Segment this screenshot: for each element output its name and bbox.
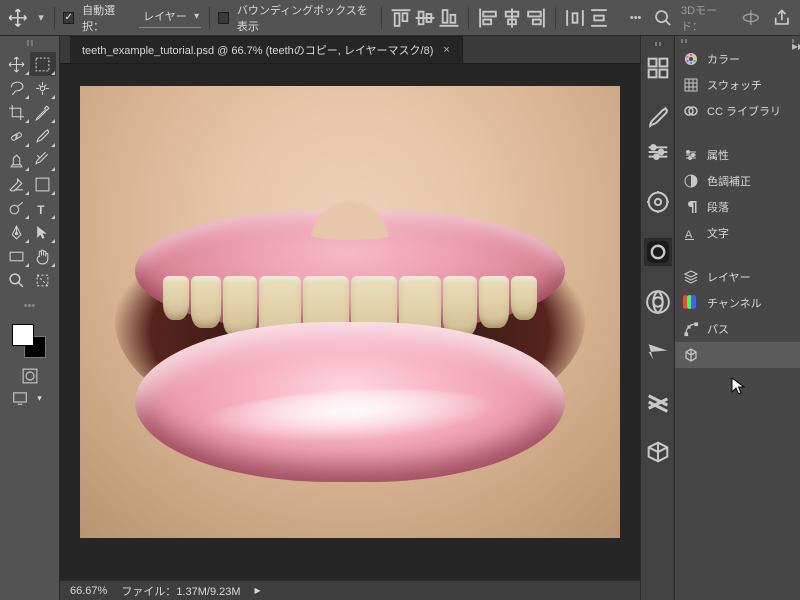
distribute-v-icon[interactable] xyxy=(588,7,610,29)
more-options-icon[interactable]: ••• xyxy=(626,7,646,29)
panel-layers[interactable]: レイヤー xyxy=(675,264,800,290)
panel-3d[interactable] xyxy=(675,342,800,368)
pen-tool[interactable] xyxy=(4,220,30,244)
brush-tool[interactable] xyxy=(30,124,56,148)
quick-select-tool[interactable] xyxy=(30,76,56,100)
document-tab[interactable]: teeth_example_tutorial.psd @ 66.7% (teet… xyxy=(70,36,463,63)
color-swatches[interactable] xyxy=(10,322,50,362)
auto-select-target[interactable]: レイヤー xyxy=(139,8,201,28)
navigator-panel-icon[interactable] xyxy=(644,338,672,366)
clone-source-panel-icon[interactable] xyxy=(644,188,672,216)
align-top-icon[interactable] xyxy=(390,7,412,29)
screenmode-icon[interactable] xyxy=(12,390,28,406)
panel-icon-strip xyxy=(641,36,675,600)
quickmask-icon[interactable] xyxy=(22,368,38,384)
history-brush-tool[interactable] xyxy=(30,148,56,172)
tool-preset-dropdown-icon[interactable]: ▾ xyxy=(36,7,47,29)
status-chevron-icon[interactable]: ▶ xyxy=(255,586,261,595)
share-icon[interactable] xyxy=(772,7,792,29)
camera-raw-panel-icon[interactable] xyxy=(644,238,672,266)
status-file[interactable]: ファイル：1.37M/9.23M xyxy=(121,583,240,599)
svg-text:T: T xyxy=(37,203,44,216)
panel-channels[interactable]: チャンネル xyxy=(675,290,800,316)
panel-paragraph[interactable]: 段落 xyxy=(675,194,800,220)
info-panel-icon[interactable] xyxy=(644,288,672,316)
history-panel-icon[interactable] xyxy=(644,54,672,82)
panel-paths[interactable]: パス xyxy=(675,316,800,342)
brush-panel-icon[interactable] xyxy=(644,104,672,132)
hand-tool[interactable] xyxy=(30,244,56,268)
show-transform-checkbox[interactable] xyxy=(218,12,229,24)
panel-properties[interactable]: 属性 xyxy=(675,142,800,168)
close-tab-icon[interactable]: × xyxy=(443,44,449,56)
search-icon[interactable] xyxy=(653,7,673,29)
crop-tool[interactable] xyxy=(4,100,30,124)
3d-orbit-icon[interactable] xyxy=(741,7,761,29)
status-bar: 66.67% ファイル：1.37M/9.23M ▶ xyxy=(60,580,640,600)
align-group-1 xyxy=(390,7,460,29)
align-left-icon[interactable] xyxy=(477,7,499,29)
document-area: teeth_example_tutorial.psd @ 66.7% (teet… xyxy=(60,36,640,600)
align-group-2 xyxy=(477,7,547,29)
align-vcenter-icon[interactable] xyxy=(414,7,436,29)
auto-select-checkbox[interactable] xyxy=(63,12,74,24)
move-tool-icon[interactable] xyxy=(8,7,28,29)
panel-list: ▸▸ カラー スウォッチ CC ライブラリ 属性 色調補正 段落 A文字 レイヤ… xyxy=(675,36,800,600)
distribute-h-icon[interactable] xyxy=(564,7,586,29)
canvas[interactable] xyxy=(80,86,620,538)
tab-bar: teeth_example_tutorial.psd @ 66.7% (teet… xyxy=(60,36,640,64)
panel-swatches[interactable]: スウォッチ xyxy=(675,72,800,98)
options-bar: ▾ 自動選択： レイヤー バウンディングボックスを表示 ••• 3Dモード： xyxy=(0,0,800,36)
3d-panel-icon[interactable] xyxy=(644,438,672,466)
path-select-tool[interactable] xyxy=(30,220,56,244)
dodge-tool[interactable] xyxy=(4,196,30,220)
zoom-tool[interactable] xyxy=(4,268,30,292)
foreground-color-swatch[interactable] xyxy=(12,324,34,346)
move-tool[interactable] xyxy=(4,52,30,76)
panel-cclibraries[interactable]: CC ライブラリ xyxy=(675,98,800,124)
toolbox: T ••• ▾ xyxy=(0,36,60,600)
lasso-tool[interactable] xyxy=(4,76,30,100)
panel-color[interactable]: カラー xyxy=(675,46,800,72)
eyedropper-tool[interactable] xyxy=(30,100,56,124)
type-tool[interactable]: T xyxy=(30,196,56,220)
gradient-tool[interactable] xyxy=(30,172,56,196)
healing-brush-tool[interactable] xyxy=(4,124,30,148)
clone-stamp-tool[interactable] xyxy=(4,148,30,172)
show-transform-label: バウンディングボックスを表示 xyxy=(237,2,373,34)
screenmode-chevron-icon[interactable]: ▾ xyxy=(32,390,48,406)
3d-mode-label: 3Dモード： xyxy=(681,2,733,34)
patterns-panel-icon[interactable] xyxy=(644,388,672,416)
edit-toolbar[interactable] xyxy=(30,268,56,292)
brush-settings-panel-icon[interactable] xyxy=(644,138,672,166)
align-right-icon[interactable] xyxy=(525,7,547,29)
status-zoom[interactable]: 66.67% xyxy=(70,585,107,597)
align-hcenter-icon[interactable] xyxy=(501,7,523,29)
panel-character[interactable]: A文字 xyxy=(675,220,800,246)
eraser-tool[interactable] xyxy=(4,172,30,196)
rectangle-tool[interactable] xyxy=(4,244,30,268)
distribute-group xyxy=(564,7,610,29)
panel-adjustments[interactable]: 色調補正 xyxy=(675,168,800,194)
align-bottom-icon[interactable] xyxy=(438,7,460,29)
marquee-tool[interactable] xyxy=(30,52,56,76)
document-tab-title: teeth_example_tutorial.psd @ 66.7% (teet… xyxy=(82,42,433,58)
toolbar-more-icon[interactable]: ••• xyxy=(18,300,42,312)
auto-select-label: 自動選択： xyxy=(82,2,131,34)
right-panels: ▸▸ カラー スウォッチ CC ライブラリ 属性 色調補正 段落 A文字 レイヤ… xyxy=(640,36,800,600)
